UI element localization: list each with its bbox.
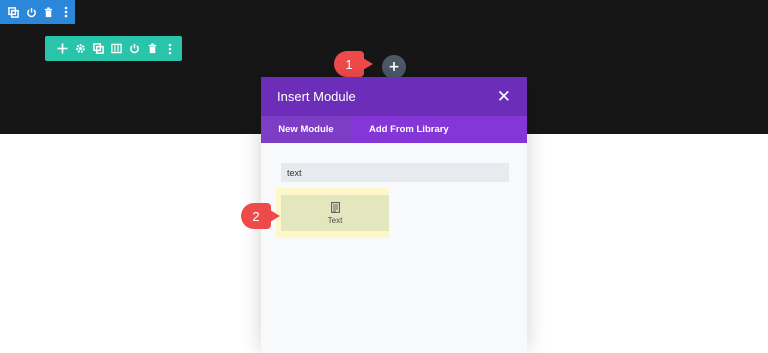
tab-new-module[interactable]: New Module bbox=[261, 116, 351, 143]
tab-label: Add From Library bbox=[369, 124, 449, 135]
text-module-button[interactable]: Text bbox=[281, 195, 389, 231]
duplicate-icon[interactable] bbox=[89, 40, 107, 58]
module-search-input[interactable] bbox=[281, 163, 509, 182]
add-module-button[interactable]: + bbox=[382, 55, 406, 79]
modal-tabs: New Module Add From Library bbox=[261, 116, 527, 143]
callout-number: 2 bbox=[252, 208, 260, 224]
modal-header: Insert Module ✕ bbox=[261, 77, 527, 116]
insert-module-modal: Insert Module ✕ New Module Add From Libr… bbox=[261, 77, 527, 353]
move-icon[interactable] bbox=[53, 40, 71, 58]
gear-icon[interactable] bbox=[71, 40, 89, 58]
callout-marker-1: 1 bbox=[334, 51, 373, 77]
tab-add-from-library[interactable]: Add From Library bbox=[351, 116, 449, 143]
text-module-icon bbox=[330, 201, 340, 213]
modal-body: Text bbox=[261, 143, 527, 353]
power-icon[interactable] bbox=[125, 40, 143, 58]
duplicate-icon[interactable] bbox=[5, 3, 23, 21]
more-icon[interactable] bbox=[58, 3, 76, 21]
close-icon[interactable]: ✕ bbox=[497, 87, 511, 107]
callout-marker-2: 2 bbox=[241, 203, 280, 229]
row-toolbar bbox=[45, 36, 182, 61]
trash-icon[interactable] bbox=[40, 3, 58, 21]
more-icon[interactable] bbox=[161, 40, 179, 58]
trash-icon[interactable] bbox=[143, 40, 161, 58]
plus-icon: + bbox=[388, 59, 400, 75]
callout-number: 1 bbox=[345, 56, 353, 72]
columns-icon[interactable] bbox=[107, 40, 125, 58]
power-icon[interactable] bbox=[23, 3, 41, 21]
modal-title: Insert Module bbox=[277, 89, 356, 104]
tab-label: New Module bbox=[278, 124, 334, 135]
module-label: Text bbox=[327, 215, 343, 225]
section-toolbar bbox=[0, 0, 75, 24]
